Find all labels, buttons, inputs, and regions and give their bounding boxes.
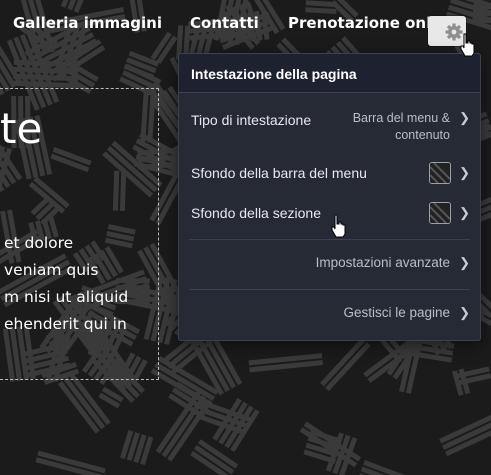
menu-bar-background-swatch[interactable] [429, 162, 451, 184]
nav-link-contatti[interactable]: Contatti [190, 14, 259, 32]
background-stripe [12, 80, 78, 89]
panel-header: Intestazione della pagina [179, 54, 480, 93]
header-type-label: Tipo di intestazione [191, 112, 312, 128]
panel-divider [189, 239, 470, 240]
panel-title: Intestazione della pagina [191, 66, 357, 82]
header-type-value: Barra del menu & contenuto [353, 110, 450, 144]
chevron-right-icon: ❯ [459, 305, 470, 320]
advanced-settings-link[interactable]: Impostazioni avanzate [316, 255, 450, 270]
section-background-label: Sfondo della sezione [191, 205, 321, 221]
hero-heading-fragment: te [0, 104, 43, 153]
chevron-right-icon: ❯ [459, 255, 470, 270]
hand-pointer-icon [460, 33, 475, 57]
top-navigation: Galleria immagini Contatti Prenotazione … [0, 0, 491, 46]
menu-bar-background-row[interactable]: Sfondo della barra del menu ❯ [179, 160, 480, 186]
header-type-row[interactable]: Tipo di intestazione Barra del menu & co… [179, 104, 480, 148]
chevron-right-icon: ❯ [459, 165, 470, 180]
hero-text-line: ehenderit qui in [4, 315, 127, 333]
hero-text-line: veniam quis [4, 261, 99, 279]
hero-text-line: et dolore [4, 234, 74, 252]
nav-link-galleria[interactable]: Galleria immagini [13, 14, 162, 32]
manage-pages-link[interactable]: Gestisci le pagine [343, 305, 450, 320]
hero-text-line: m nisi ut aliquid [4, 288, 129, 306]
header-settings-panel: Intestazione della pagina Tipo di intest… [178, 53, 481, 341]
chevron-right-icon: ❯ [459, 110, 470, 125]
section-background-swatch[interactable] [429, 202, 451, 224]
panel-divider [189, 289, 470, 290]
chevron-right-icon: ❯ [459, 205, 470, 220]
header-type-value-line2: contenuto [395, 128, 450, 142]
header-type-value-line1: Barra del menu & [352, 111, 450, 125]
advanced-settings-row[interactable]: Impostazioni avanzate ❯ [179, 250, 480, 276]
menu-bar-background-label: Sfondo della barra del menu [191, 165, 367, 181]
manage-pages-row[interactable]: Gestisci le pagine ❯ [179, 300, 480, 326]
hand-pointer-icon [331, 214, 346, 238]
